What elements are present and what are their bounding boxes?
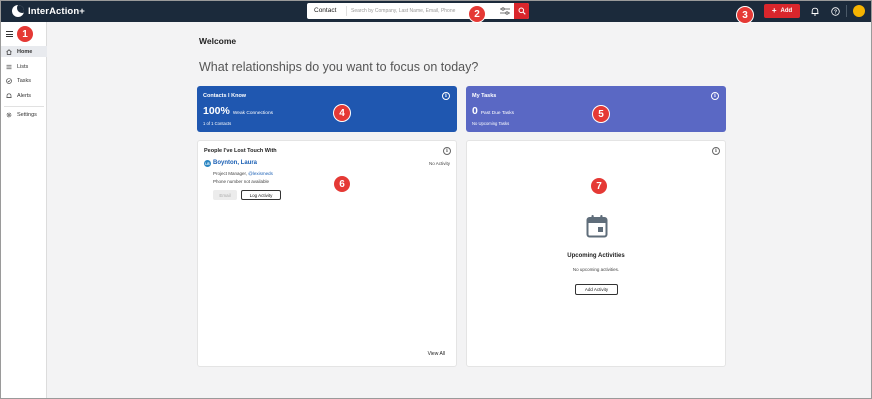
- page-headline: What relationships do you want to focus …: [199, 60, 479, 74]
- card-title: People I've Lost Touch With: [204, 148, 277, 154]
- empty-state-title: Upcoming Activities: [567, 253, 625, 259]
- list-icon: [6, 64, 12, 69]
- info-icon[interactable]: i: [443, 147, 451, 155]
- info-icon[interactable]: i: [442, 92, 450, 100]
- logo-mark-icon: [12, 5, 24, 17]
- sidebar-item-label: Lists: [17, 63, 29, 70]
- gear-icon: [6, 112, 12, 117]
- check-circle-icon: [6, 77, 12, 84]
- card-metric: 100% Weak Connections: [203, 105, 273, 117]
- search-scope-select[interactable]: Contact: [307, 6, 347, 16]
- contact-company-link[interactable]: @lexismeds: [248, 171, 273, 176]
- menu-icon[interactable]: [6, 31, 13, 37]
- sidebar-item-home[interactable]: Home: [1, 46, 47, 57]
- add-activity-button[interactable]: Add Activity: [575, 284, 618, 295]
- add-button-label: Add: [780, 8, 793, 14]
- info-icon[interactable]: i: [712, 147, 720, 155]
- callout-marker-2: 2: [469, 6, 485, 22]
- toolbar-divider: [846, 5, 847, 17]
- page-title: Welcome: [199, 36, 237, 46]
- app-name: InterAction+: [28, 5, 85, 17]
- view-all-link[interactable]: View All: [428, 351, 445, 357]
- plus-icon: +: [771, 6, 777, 15]
- callout-marker-5: 5: [593, 106, 609, 122]
- filter-sliders-icon[interactable]: [500, 7, 510, 15]
- help-icon[interactable]: ?: [830, 6, 840, 16]
- metric-label: Weak Connections: [232, 111, 274, 116]
- search-bar: Contact Search by Company, Last Name, Em…: [307, 3, 529, 19]
- user-avatar[interactable]: [853, 5, 865, 17]
- metric-label: Past Due Tasks: [480, 111, 515, 116]
- sidebar-divider: [4, 106, 44, 107]
- card-subtext: No Upcoming Tasks: [472, 121, 510, 126]
- sidebar-item-lists[interactable]: Lists: [1, 61, 47, 72]
- contact-role: Project Manager, @lexismeds: [213, 171, 273, 176]
- metric-value: 0: [472, 105, 478, 117]
- search-button[interactable]: [514, 3, 529, 19]
- callout-marker-1: 1: [17, 26, 33, 42]
- calendar-icon: [586, 215, 608, 238]
- log-activity-button[interactable]: Log Activity: [241, 190, 281, 200]
- add-button[interactable]: + Add: [764, 4, 800, 18]
- info-icon[interactable]: i: [711, 92, 719, 100]
- sidebar-item-label: Home: [17, 48, 33, 55]
- callout-marker-4: 4: [334, 105, 350, 121]
- callout-marker-6: 6: [334, 176, 350, 192]
- svg-text:?: ?: [833, 9, 836, 15]
- upcoming-activities-card: i Upcoming Activities No upcoming activi…: [466, 140, 726, 367]
- callout-marker-3: 3: [737, 7, 753, 23]
- contact-activity-status: No Activity: [428, 161, 450, 166]
- lost-touch-card: People I've Lost Touch With i LB Boynton…: [197, 140, 457, 367]
- search-icon: [518, 7, 526, 15]
- empty-state-text: No upcoming activities.: [572, 267, 620, 272]
- card-title: My Tasks: [472, 93, 497, 99]
- card-subtext: 1 of 1 Contacts: [203, 121, 232, 126]
- contact-name-link[interactable]: Boynton, Laura: [213, 160, 257, 166]
- email-button[interactable]: Email: [213, 190, 237, 200]
- contact-title: Project Manager,: [213, 171, 248, 176]
- sidebar: Home Lists Tasks Alerts Settings: [1, 22, 47, 398]
- notifications-bell-icon[interactable]: [810, 6, 820, 16]
- contact-avatar: LB: [204, 160, 211, 167]
- card-title: Contacts I Know: [203, 93, 247, 99]
- sidebar-item-label: Alerts: [17, 92, 32, 99]
- sidebar-item-alerts[interactable]: Alerts: [1, 90, 47, 101]
- card-metric: 0 Past Due Tasks: [472, 105, 514, 117]
- contact-phone: Phone number not available: [213, 179, 270, 184]
- app-logo[interactable]: InterAction+: [12, 5, 85, 17]
- sidebar-item-label: Tasks: [17, 77, 32, 84]
- metric-value: 100%: [203, 105, 230, 117]
- sidebar-item-label: Settings: [17, 111, 37, 118]
- sidebar-item-settings[interactable]: Settings: [1, 109, 47, 120]
- callout-marker-7: 7: [591, 178, 607, 194]
- home-icon: [6, 48, 12, 55]
- bell-icon: [6, 92, 12, 98]
- contacts-i-know-card[interactable]: Contacts I Know i 100% Weak Connections …: [197, 86, 457, 132]
- sidebar-item-tasks[interactable]: Tasks: [1, 75, 47, 86]
